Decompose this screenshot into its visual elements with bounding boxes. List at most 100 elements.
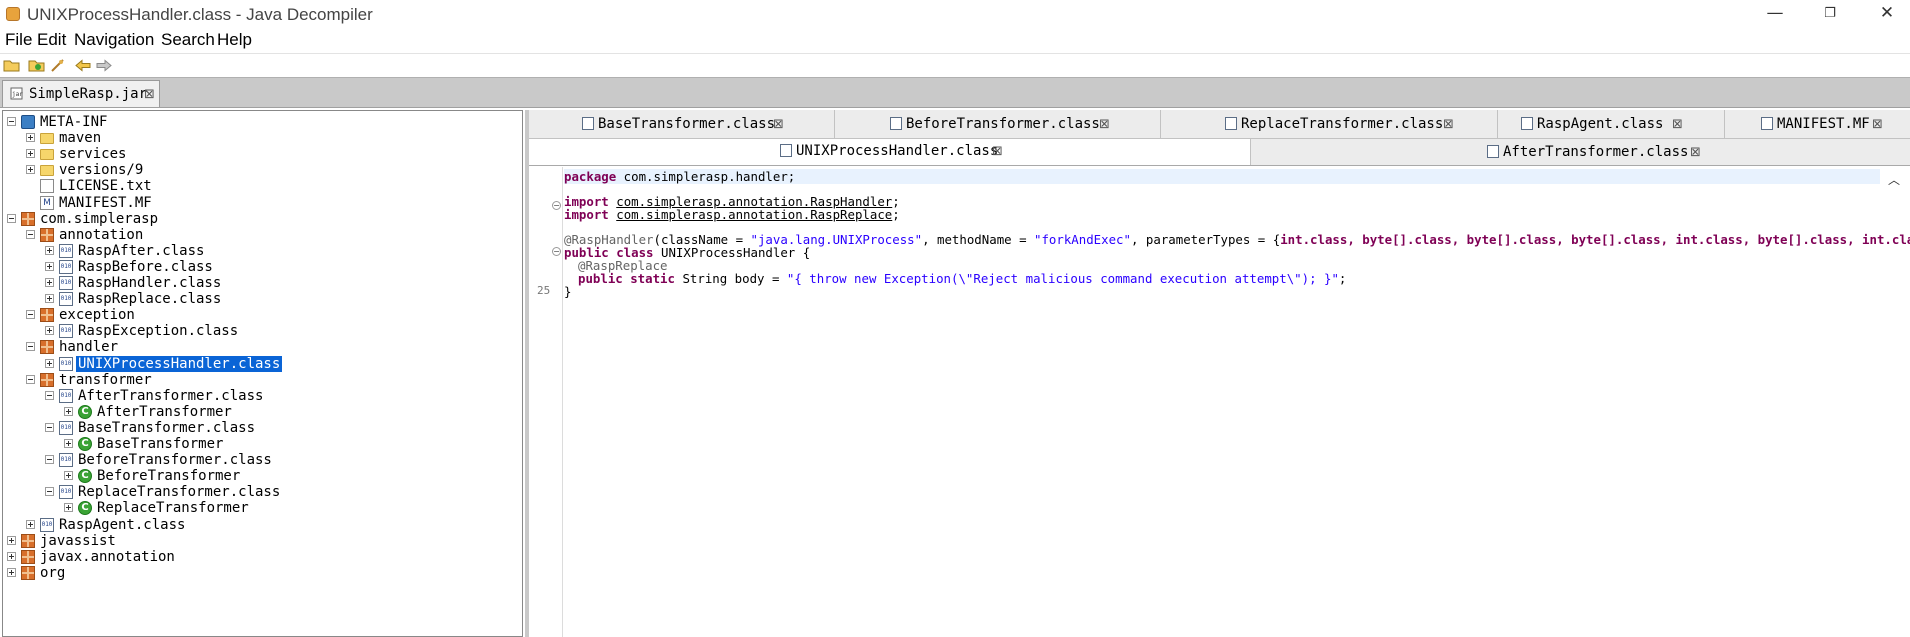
tree-node[interactable]: 010 RaspAfter.class bbox=[45, 243, 522, 259]
collapse-icon[interactable] bbox=[45, 487, 54, 497]
tab-label: BaseTransformer.class bbox=[598, 116, 776, 132]
tree-node[interactable]: 010 ReplaceTransformer.class bbox=[45, 484, 522, 500]
tree-node[interactable]: 010 BeforeTransformer.class bbox=[45, 452, 522, 468]
tree-node[interactable]: maven bbox=[26, 130, 506, 146]
tree-node[interactable]: transformer bbox=[26, 372, 506, 388]
code-text: UNIXProcessHandler { bbox=[653, 245, 811, 260]
menu-help[interactable]: Help bbox=[217, 30, 252, 50]
tab-rasp-agent[interactable]: RaspAgent.class ⊠ bbox=[1498, 110, 1725, 138]
fold-toggle-icon[interactable]: − bbox=[552, 247, 561, 256]
expand-icon[interactable] bbox=[26, 165, 35, 175]
expand-icon[interactable] bbox=[26, 133, 35, 143]
code-line: } bbox=[564, 284, 571, 299]
tree-node[interactable]: 010 AfterTransformer.class bbox=[45, 388, 522, 404]
search-icon[interactable] bbox=[49, 58, 67, 73]
menu-edit[interactable]: Edit bbox=[37, 30, 66, 50]
tree-node-label: javassist bbox=[40, 532, 116, 549]
expand-icon[interactable] bbox=[64, 439, 73, 448]
open-file-icon[interactable] bbox=[3, 58, 21, 73]
forward-arrow-icon[interactable] bbox=[95, 58, 113, 73]
tree-node[interactable]: 010 RaspBefore.class bbox=[45, 259, 522, 275]
collapse-icon[interactable] bbox=[45, 422, 54, 432]
class-type-icon: C bbox=[78, 501, 92, 516]
expand-icon[interactable] bbox=[7, 535, 16, 545]
tree-node[interactable]: versions/9 bbox=[26, 162, 506, 178]
tab-close-icon[interactable]: ⊠ bbox=[1443, 117, 1454, 132]
import-link[interactable]: com.simplerasp.annotation.RaspReplace bbox=[616, 207, 892, 222]
tree-node[interactable]: C BaseTransformer bbox=[64, 436, 522, 452]
tree-node[interactable]: 010 RaspException.class bbox=[45, 323, 522, 339]
tree-node-label: RaspHandler.class bbox=[78, 275, 222, 291]
tree-node[interactable]: C BeforeTransformer bbox=[64, 468, 522, 484]
tab-close-icon[interactable]: ⊠ bbox=[1872, 117, 1883, 132]
tab-after-transformer[interactable]: AfterTransformer.class ⊠ bbox=[1251, 139, 1910, 165]
expand-icon[interactable] bbox=[45, 294, 54, 304]
collapse-icon[interactable] bbox=[7, 117, 16, 126]
tree-node[interactable]: M MANIFEST.MF bbox=[26, 195, 506, 211]
tree-node[interactable]: 010 BaseTransformer.class bbox=[45, 420, 522, 436]
jar-tab-close-icon[interactable]: ⊠ bbox=[144, 87, 155, 102]
tree-node[interactable]: javassist bbox=[7, 533, 487, 549]
class-file-icon: 010 bbox=[40, 517, 54, 532]
tree-node[interactable]: C ReplaceTransformer bbox=[64, 500, 522, 516]
tree-node[interactable]: LICENSE.txt bbox=[26, 178, 506, 194]
tab-close-icon[interactable]: ⊠ bbox=[773, 117, 784, 132]
fold-toggle-icon[interactable]: − bbox=[552, 201, 561, 210]
expand-icon[interactable] bbox=[45, 261, 54, 271]
expand-icon[interactable] bbox=[64, 406, 73, 416]
tree-node[interactable]: C AfterTransformer bbox=[64, 404, 522, 420]
tab-close-icon[interactable]: ⊠ bbox=[1690, 145, 1701, 160]
collapse-icon[interactable] bbox=[26, 310, 35, 320]
collapse-icon[interactable] bbox=[26, 374, 35, 384]
tab-replace-transformer[interactable]: ReplaceTransformer.class ⊠ bbox=[1161, 110, 1498, 138]
jar-tab[interactable]: jar SimpleRasp.jar ⊠ bbox=[2, 80, 160, 107]
minimize-button[interactable]: — bbox=[1752, 0, 1798, 29]
tab-before-transformer[interactable]: BeforeTransformer.class ⊠ bbox=[835, 110, 1161, 138]
collapse-icon[interactable] bbox=[45, 390, 54, 400]
expand-icon[interactable] bbox=[64, 471, 73, 481]
menu-file[interactable]: File bbox=[5, 30, 32, 50]
expand-icon[interactable] bbox=[45, 326, 54, 336]
menu-search[interactable]: Search bbox=[161, 30, 215, 50]
menu-navigation[interactable]: Navigation bbox=[74, 30, 154, 50]
collapse-arrow-icon[interactable]: ︿ bbox=[1888, 171, 1900, 188]
expand-icon[interactable] bbox=[7, 551, 16, 561]
tab-manifest[interactable]: MANIFEST.MF ⊠ bbox=[1725, 110, 1910, 138]
expand-icon[interactable] bbox=[26, 519, 35, 529]
tab-close-icon[interactable]: ⊠ bbox=[992, 144, 1003, 159]
expand-icon[interactable] bbox=[45, 278, 54, 287]
class-file-icon bbox=[1225, 117, 1237, 130]
tree-node[interactable]: javax.annotation bbox=[7, 549, 487, 565]
collapse-icon[interactable] bbox=[45, 455, 54, 465]
tree-node[interactable]: 010 RaspHandler.class bbox=[45, 275, 522, 291]
tree-node[interactable]: com.simplerasp bbox=[7, 211, 487, 227]
expand-icon[interactable] bbox=[64, 503, 73, 513]
collapse-icon[interactable] bbox=[7, 213, 16, 223]
tree-node[interactable]: org bbox=[7, 565, 487, 581]
back-arrow-icon[interactable] bbox=[74, 58, 92, 73]
tree-node-label: exception bbox=[59, 307, 135, 324]
collapse-icon[interactable] bbox=[26, 342, 35, 352]
expand-icon[interactable] bbox=[7, 567, 16, 577]
expand-icon[interactable] bbox=[26, 149, 35, 159]
open-type-icon[interactable] bbox=[28, 58, 46, 73]
tree-node[interactable]: 010 RaspAgent.class bbox=[26, 517, 506, 533]
collapse-icon[interactable] bbox=[26, 229, 35, 239]
tree-node[interactable]: 010 RaspReplace.class bbox=[45, 291, 522, 307]
maximize-button[interactable]: ❐ bbox=[1807, 0, 1853, 29]
code-editor[interactable]: − − 25 ︿ package com.simplerasp.handler;… bbox=[529, 167, 1910, 637]
tab-close-icon[interactable]: ⊠ bbox=[1099, 117, 1110, 132]
tree-node[interactable]: annotation bbox=[26, 227, 506, 243]
expand-icon[interactable] bbox=[45, 358, 54, 368]
tree-node[interactable]: exception bbox=[26, 307, 506, 323]
tab-unix-process-handler[interactable]: UNIXProcessHandler.class ⊠ bbox=[529, 139, 1251, 165]
folder-icon bbox=[40, 165, 54, 177]
tree-node[interactable]: META-INF bbox=[7, 114, 487, 130]
tab-base-transformer[interactable]: BaseTransformer.class ⊠ bbox=[529, 110, 835, 138]
tree-node[interactable]: 010 UNIXProcessHandler.class bbox=[45, 355, 522, 372]
close-button[interactable]: ✕ bbox=[1864, 0, 1910, 29]
tree-node[interactable]: handler bbox=[26, 339, 506, 355]
expand-icon[interactable] bbox=[45, 245, 54, 255]
tab-close-icon[interactable]: ⊠ bbox=[1672, 117, 1683, 132]
tree-node[interactable]: services bbox=[26, 146, 506, 162]
